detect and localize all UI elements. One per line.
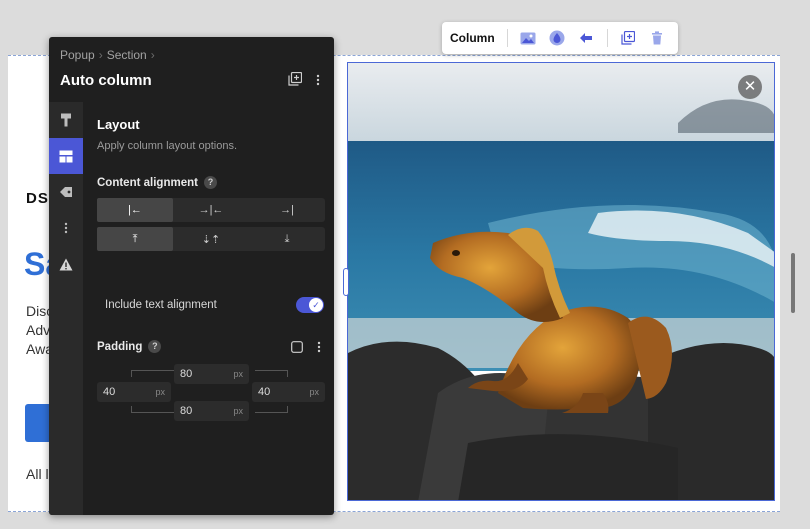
toolbar-divider	[606, 29, 608, 47]
style-brush-icon[interactable]	[49, 102, 83, 138]
check-icon: ✓	[309, 298, 323, 312]
breadcrumb-popup[interactable]: Popup	[60, 48, 95, 62]
page-scrollbar[interactable]	[791, 253, 795, 313]
tag-icon[interactable]	[49, 174, 83, 210]
more-options-icon[interactable]	[316, 73, 320, 91]
section-title: Layout	[97, 117, 140, 132]
toolbar-divider	[506, 29, 508, 47]
align-bottom-button[interactable]: ⤓	[249, 227, 325, 251]
align-right-button[interactable]: →|	[249, 198, 325, 222]
padding-text: Padding	[97, 340, 143, 353]
image-column[interactable]: ✕	[347, 62, 775, 501]
iguana-photo	[348, 63, 774, 500]
include-text-alignment-label: Include text alignment	[105, 299, 217, 311]
column-resize-handle[interactable]	[343, 268, 349, 296]
warning-icon[interactable]	[49, 246, 83, 282]
link-padding-checkbox-icon[interactable]	[291, 340, 303, 358]
image-icon[interactable]	[516, 26, 541, 50]
align-left-button[interactable]: |←	[97, 198, 173, 222]
padding-left-input[interactable]: 40 px	[97, 382, 171, 402]
chevron-right-icon: ›	[98, 48, 103, 62]
duplicate-icon[interactable]	[616, 26, 641, 50]
padding-right-unit: px	[309, 387, 319, 397]
padding-right-value: 40	[258, 386, 271, 398]
padding-top-input[interactable]: 80 px	[174, 364, 249, 384]
help-icon[interactable]: ?	[148, 340, 162, 353]
padding-guide	[255, 406, 288, 413]
panel-title: Auto column	[60, 72, 152, 89]
chevron-right-icon: ›	[150, 48, 155, 62]
padding-guide	[131, 370, 174, 377]
align-center-button[interactable]: →|←	[173, 198, 249, 222]
breadcrumb: Popup › Section ›	[60, 48, 159, 62]
padding-more-icon[interactable]	[317, 340, 321, 358]
layout-icon[interactable]	[49, 138, 83, 174]
content-alignment-label: Content alignment ?	[97, 176, 217, 189]
more-vertical-icon[interactable]	[49, 210, 83, 246]
padding-bottom-value: 80	[180, 405, 193, 417]
padding-right-input[interactable]: 40 px	[252, 382, 325, 402]
padding-actions	[291, 340, 321, 358]
padding-guide	[255, 370, 288, 377]
horizontal-alignment-control: |← →|← →|	[97, 198, 325, 222]
align-top-button[interactable]: ⤒	[97, 227, 173, 251]
panel-side-rail	[49, 102, 83, 515]
include-text-alignment-toggle[interactable]: ✓	[296, 297, 324, 313]
padding-top-value: 80	[180, 368, 193, 380]
padding-guide	[131, 406, 174, 413]
vertical-alignment-control: ⤒ ⇣⇡ ⤓	[97, 227, 325, 251]
padding-left-unit: px	[155, 387, 165, 397]
content-alignment-text: Content alignment	[97, 176, 198, 189]
color-drop-icon[interactable]	[545, 26, 570, 50]
arrow-left-icon[interactable]	[574, 26, 599, 50]
add-element-icon[interactable]	[288, 71, 303, 91]
help-icon[interactable]: ?	[203, 176, 217, 189]
settings-panel: Popup › Section › Auto column Layout Apply …	[49, 37, 334, 515]
padding-bottom-unit: px	[233, 406, 243, 416]
toolbar-column-label: Column	[450, 31, 495, 45]
breadcrumb-section[interactable]: Section	[107, 48, 147, 62]
padding-left-value: 40	[103, 386, 116, 398]
align-middle-button[interactable]: ⇣⇡	[173, 227, 249, 251]
close-icon[interactable]: ✕	[738, 75, 762, 99]
padding-label: Padding ?	[97, 340, 162, 353]
padding-bottom-input[interactable]: 80 px	[174, 401, 249, 421]
section-description: Apply column layout options.	[97, 140, 238, 152]
background-logo: DS	[26, 190, 49, 207]
column-toolbar: Column	[442, 22, 678, 54]
trash-icon[interactable]	[645, 26, 670, 50]
padding-top-unit: px	[233, 369, 243, 379]
panel-header-actions	[288, 71, 320, 91]
